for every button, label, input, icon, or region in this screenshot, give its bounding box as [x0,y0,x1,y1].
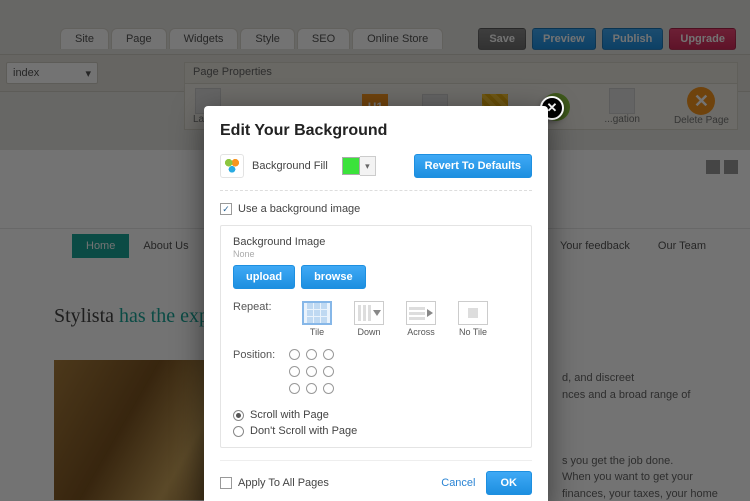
color-dropdown[interactable]: ▾ [360,156,376,176]
upload-button[interactable]: upload [233,265,295,289]
ok-button[interactable]: OK [486,471,533,495]
scroll-with-page-label: Scroll with Page [250,409,329,421]
use-bg-image-checkbox[interactable] [220,203,232,215]
use-bg-image-label: Use a background image [238,203,360,215]
pos-tl[interactable] [289,349,300,360]
scroll-with-page-radio[interactable] [233,410,244,421]
revert-button[interactable]: Revert To Defaults [414,154,532,178]
dont-scroll-radio[interactable] [233,426,244,437]
pos-tr[interactable] [323,349,334,360]
repeat-down[interactable]: Down [349,301,389,337]
pos-tc[interactable] [306,349,317,360]
bg-image-value: None [233,249,519,259]
pos-bl[interactable] [289,383,300,394]
apply-all-checkbox[interactable] [220,477,232,489]
pos-mc[interactable] [306,366,317,377]
repeat-across[interactable]: Across [401,301,441,337]
pos-bc[interactable] [306,383,317,394]
background-fill-label: Background Fill [252,160,328,172]
pos-mr[interactable] [323,366,334,377]
repeat-none[interactable]: No Tile [453,301,493,337]
apply-all-label: Apply To All Pages [238,477,329,489]
pos-br[interactable] [323,383,334,394]
dialog-title: Edit Your Background [220,122,532,140]
dont-scroll-label: Don't Scroll with Page [250,425,357,437]
bg-image-heading: Background Image [233,236,519,248]
palette-icon [220,154,244,178]
chevron-down-icon: ▾ [365,161,370,172]
position-grid [289,349,337,397]
background-color-swatch[interactable] [342,157,360,175]
cancel-link[interactable]: Cancel [441,477,475,489]
browse-button[interactable]: browse [301,265,366,289]
repeat-tile[interactable]: Tile [297,301,337,337]
position-label: Position: [233,349,285,361]
bg-image-panel: Background Image None upload browse Repe… [220,225,532,448]
edit-background-dialog: Edit Your Background Background Fill ▾ R… [204,106,548,501]
close-icon: ✕ [547,100,558,116]
pos-ml[interactable] [289,366,300,377]
repeat-label: Repeat: [233,301,285,313]
